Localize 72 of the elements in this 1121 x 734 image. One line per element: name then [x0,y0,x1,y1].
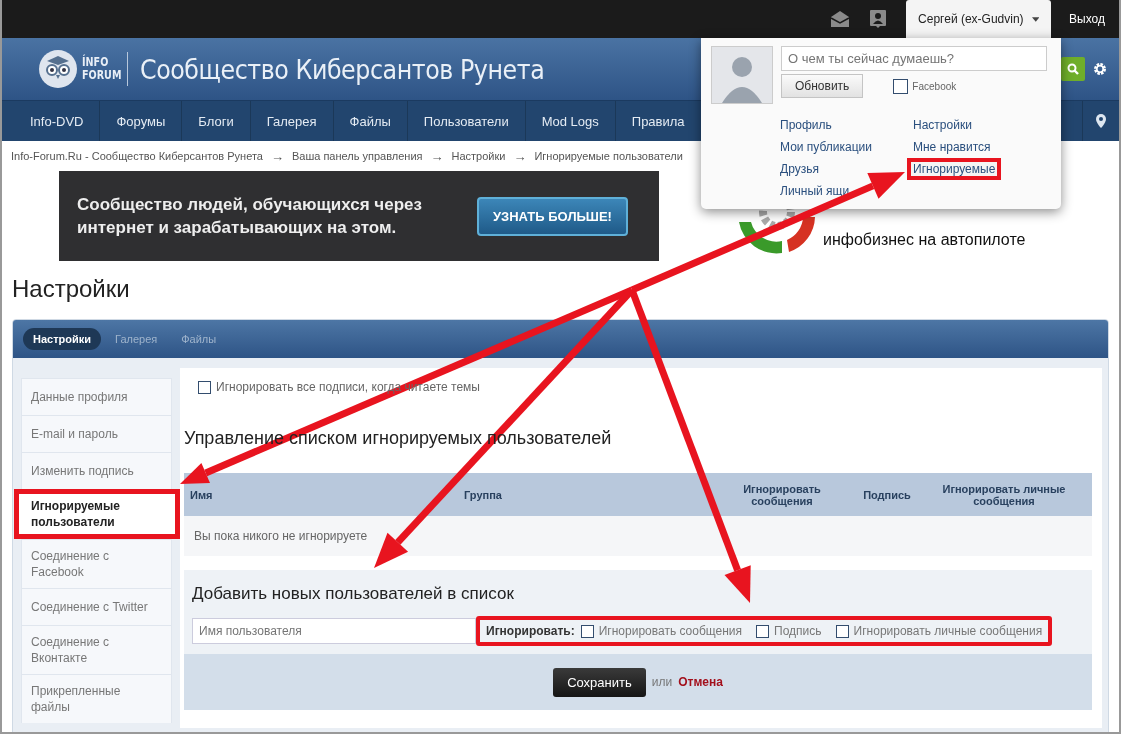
checkbox[interactable] [198,380,211,394]
checkbox-label: Facebook [912,80,957,92]
status-field[interactable]: О чем ты сейчас думаешь? [781,46,1047,71]
sidebar-item[interactable]: Прикрепленные файлы [21,674,172,723]
logo-text: ÍNFO [82,56,110,69]
dropdown-link[interactable]: Профиль [780,114,832,136]
dropdown-link[interactable]: Личный ящи [780,180,850,202]
breadcrumb-link[interactable]: Ваша панель управления [291,150,423,162]
dropdown-link[interactable]: Игнорируемые [907,158,1002,180]
sidebar-item[interactable]: Игнорируемые пользователи [14,489,180,539]
sidebar-item[interactable]: Соединение с Twitter [21,588,172,625]
checkbox[interactable] [835,624,849,638]
empty-message: Вы пока никого не игнорируете [194,529,368,543]
sidebar-item[interactable]: Соединение с Вконтакте [21,625,172,674]
partner-tagline: инфобизнес на автопилоте [823,231,1026,249]
breadcrumb-separator: → [513,148,527,164]
page-title: Настройки [11,274,131,304]
sidebar-item[interactable]: E-mail и пароль [21,415,172,452]
owl-logo-icon [38,49,78,89]
contact-card-icon[interactable] [870,10,887,28]
dropdown-link[interactable]: Мне нравится [913,136,991,158]
tab[interactable]: Настройки [23,328,102,350]
dropdown-link[interactable]: Настройки [913,114,972,136]
settings-icon[interactable] [1093,62,1107,76]
logo-text: FORUM [82,69,122,82]
site-title: Сообщество Киберсантов Рунета [140,53,545,85]
dropdown-link[interactable]: Мои публикации [780,136,872,158]
nav-link[interactable]: Форумы [100,101,183,141]
envelope-icon[interactable] [830,10,851,28]
section-heading: Добавить новых пользователей в список [192,584,515,604]
ad-banner[interactable]: Сообщество людей, обучающихся через интернет и зарабатывающих на этом. УЗНАТЬ БОЛЬШЕ! [59,171,659,261]
column-header: Игнорировать сообщения [742,482,822,507]
ignore-label: Игнорировать: [486,624,575,638]
nav-link[interactable]: Mod Logs [525,101,616,141]
logout-link[interactable]: Выход [1051,12,1119,26]
sidebar-item[interactable]: Соединение с Facebook [21,539,172,588]
checkbox[interactable] [893,78,909,94]
checkbox-label: Игнорировать сообщения [598,624,743,638]
dropdown-link[interactable]: Друзья [780,158,819,180]
cancel-link[interactable]: Отмена [678,675,723,689]
learn-more-button[interactable]: УЗНАТЬ БОЛЬШЕ! [477,196,628,236]
breadcrumb-separator: → [430,148,444,164]
avatar-silhouette-icon [711,46,773,104]
breadcrumb-link[interactable]: Игнорируемые пользователи [534,150,683,162]
column-header: Группа [464,488,503,501]
nav-link[interactable]: Пользователи [407,101,526,141]
breadcrumb-link[interactable]: Info-Forum.Ru - Сообщество Киберсантов Рунета [11,150,263,162]
nav-link[interactable]: Блоги [182,101,251,141]
user-menu-button[interactable]: Сергей (ex-Gudvin) [906,0,1052,38]
username-field[interactable]: Имя пользователя [192,618,476,644]
checkbox[interactable] [580,624,594,638]
checkbox[interactable] [756,624,770,638]
column-header: Имя [190,488,214,501]
column-header: Подпись [862,488,912,501]
checkbox-label: Подпись [774,624,822,638]
banner-text: Сообщество людей, обучающихся через интернет и зарабатывающих на этом. [77,194,423,239]
update-button[interactable]: Обновить [781,74,864,98]
breadcrumb-link[interactable]: Настройки [451,150,506,162]
or-text: или [651,675,673,689]
column-header: Игнорировать личные сообщения [941,482,1067,507]
map-pin-icon[interactable] [1096,114,1106,128]
search-button[interactable] [1061,57,1085,81]
nav-link[interactable]: Info-DVD [14,101,101,141]
checkbox-label: Игнорировать личные сообщения [853,624,1043,638]
search-icon [1067,63,1079,75]
nav-link[interactable]: Файлы [333,101,408,141]
caret-icon [1031,16,1040,22]
save-button[interactable]: Сохранить [553,667,646,697]
sidebar-item[interactable]: Данные профиля [21,378,172,415]
sidebar-item[interactable]: Изменить подпись [21,452,172,489]
nav-link[interactable]: Галерея [250,101,334,141]
breadcrumb-separator: → [270,148,284,164]
